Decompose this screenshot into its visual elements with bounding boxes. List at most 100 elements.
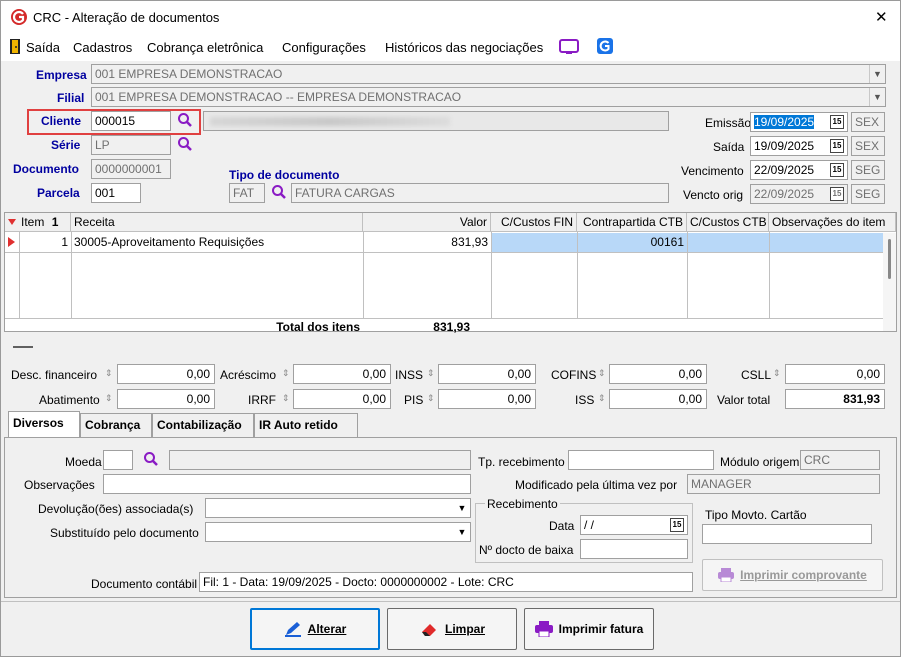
grid-line bbox=[687, 232, 688, 319]
chevron-down-icon[interactable]: ▼ bbox=[454, 523, 470, 541]
csll-input[interactable]: 0,00 bbox=[785, 364, 885, 384]
menu-cadastros[interactable]: Cadastros bbox=[73, 40, 132, 55]
calendar-icon[interactable]: 15 bbox=[830, 163, 844, 177]
cofins-input[interactable]: 0,00 bbox=[609, 364, 707, 384]
row-obs[interactable] bbox=[769, 233, 883, 252]
scrollbar-thumb[interactable] bbox=[888, 239, 891, 279]
alterar-button[interactable]: Alterar bbox=[250, 608, 380, 650]
docto-baixa-label: Nº docto de baixa bbox=[479, 543, 574, 557]
vencimento-value: 22/09/2025 bbox=[754, 163, 815, 177]
col-header-observacoes[interactable]: Observações do item bbox=[769, 213, 896, 232]
exit-door-icon[interactable] bbox=[9, 38, 21, 55]
calendar-icon[interactable]: 15 bbox=[670, 518, 684, 532]
emissao-date-field[interactable]: 19/09/2025 15 bbox=[750, 112, 848, 132]
iss-label: ISS bbox=[575, 393, 595, 407]
observacoes-input[interactable] bbox=[103, 474, 471, 494]
tipo-doc-code-input[interactable] bbox=[229, 183, 265, 203]
col-header-ccustos-fin[interactable]: C/Custos FIN bbox=[491, 213, 577, 232]
serie-label: Série bbox=[51, 138, 81, 152]
menu-bar: Saída Cadastros Cobrança eletrônica Conf… bbox=[1, 33, 900, 61]
calendar-icon[interactable]: 15 bbox=[830, 139, 844, 153]
diversos-panel: Moeda Observações Devolução(ões) associa… bbox=[4, 437, 897, 598]
abatimento-input[interactable]: 0,00 bbox=[117, 389, 215, 409]
chevron-down-icon[interactable]: ▼ bbox=[454, 499, 470, 517]
search-icon[interactable] bbox=[177, 136, 193, 152]
serie-input[interactable] bbox=[91, 135, 171, 155]
search-icon[interactable] bbox=[177, 112, 193, 128]
saida-label: Saída bbox=[713, 140, 745, 154]
empresa-combo[interactable]: 001 EMPRESA DEMONSTRACAO ▼ bbox=[91, 64, 886, 84]
small-arrow-icon: ⇕ bbox=[105, 368, 113, 378]
row-valor[interactable]: 831,93 bbox=[363, 233, 491, 252]
chevron-down-icon[interactable]: ▼ bbox=[869, 88, 885, 106]
calendar-icon[interactable]: 15 bbox=[830, 115, 844, 129]
tipo-movto-label: Tipo Movto. Cartão bbox=[705, 508, 807, 522]
acrescimo-label: Acréscimo bbox=[220, 368, 277, 382]
data-value: / / bbox=[584, 518, 595, 532]
row-receita[interactable]: 30005-Aproveitamento Requisições bbox=[71, 233, 363, 252]
imprimir-fatura-button[interactable]: Imprimir fatura bbox=[524, 608, 654, 650]
monitor-icon[interactable] bbox=[559, 39, 579, 55]
tab-diversos[interactable]: Diversos bbox=[8, 411, 80, 438]
filial-combo[interactable]: 001 EMPRESA DEMONSTRACAO -- EMPRESA DEMO… bbox=[91, 87, 886, 107]
menu-configuracoes[interactable]: Configurações bbox=[282, 40, 366, 55]
tab-contabilizacao[interactable]: Contabilização bbox=[152, 413, 254, 437]
close-button[interactable]: ✕ bbox=[875, 8, 888, 26]
printer-icon bbox=[718, 568, 735, 582]
doc-contabil-label: Documento contábil bbox=[91, 577, 198, 591]
search-icon[interactable] bbox=[143, 451, 159, 467]
vencto-orig-date-field: 22/09/2025 15 bbox=[750, 184, 848, 204]
menu-cobranca-eletronica[interactable]: Cobrança eletrônica bbox=[147, 40, 263, 55]
parcela-input[interactable] bbox=[91, 183, 141, 203]
cliente-name-field bbox=[203, 111, 669, 131]
vencimento-date-field[interactable]: 22/09/2025 15 bbox=[750, 160, 848, 180]
pis-input[interactable]: 0,00 bbox=[438, 389, 536, 409]
grid-line bbox=[5, 252, 883, 253]
row-ccustos-fin[interactable] bbox=[491, 233, 577, 252]
desc-fin-input[interactable]: 0,00 bbox=[117, 364, 215, 384]
row-contrapartida[interactable]: 00161 bbox=[577, 233, 687, 252]
moeda-input[interactable] bbox=[103, 450, 133, 470]
menu-saida[interactable]: Saída bbox=[26, 40, 60, 55]
moeda-label: Moeda bbox=[65, 455, 102, 469]
docto-baixa-input[interactable] bbox=[580, 539, 688, 559]
tp-recebimento-input[interactable] bbox=[568, 450, 714, 470]
data-label: Data bbox=[549, 519, 575, 533]
app-g-icon[interactable] bbox=[597, 38, 613, 54]
moeda-desc-field bbox=[169, 450, 471, 470]
iss-input[interactable]: 0,00 bbox=[609, 389, 707, 409]
small-arrow-icon: ⇕ bbox=[105, 393, 113, 403]
splitter-handle[interactable] bbox=[13, 346, 33, 348]
row-ccustos-ctb[interactable] bbox=[687, 233, 769, 252]
col-header-ccustos-ctb[interactable]: C/Custos CTB bbox=[687, 213, 769, 232]
menu-historicos[interactable]: Históricos das negociações bbox=[385, 40, 543, 55]
chevron-down-icon[interactable]: ▼ bbox=[869, 65, 885, 83]
tab-ir-auto-retido[interactable]: IR Auto retido bbox=[254, 413, 358, 437]
tab-cobranca[interactable]: Cobrança bbox=[80, 413, 152, 437]
vencimento-weekday: SEG bbox=[851, 160, 885, 180]
cliente-input[interactable] bbox=[91, 111, 171, 131]
substituido-combo[interactable]: ▼ bbox=[205, 522, 471, 542]
devolucoes-combo[interactable]: ▼ bbox=[205, 498, 471, 518]
grid-scrollbar[interactable] bbox=[883, 233, 896, 331]
small-arrow-icon: ⇕ bbox=[427, 368, 435, 378]
documento-input[interactable] bbox=[91, 159, 171, 179]
limpar-button[interactable]: Limpar bbox=[387, 608, 517, 650]
col-header-receita[interactable]: Receita bbox=[71, 213, 363, 232]
window-title: CRC - Alteração de documentos bbox=[33, 10, 220, 25]
tipo-movto-input[interactable] bbox=[702, 524, 872, 544]
sort-icon: 1 bbox=[51, 215, 59, 229]
data-field[interactable]: / / 15 bbox=[580, 515, 688, 535]
row-item[interactable]: 1 bbox=[19, 233, 71, 252]
valor-total-field: 831,93 bbox=[785, 389, 885, 409]
inss-input[interactable]: 0,00 bbox=[438, 364, 536, 384]
search-icon[interactable] bbox=[271, 184, 287, 200]
grid-line bbox=[71, 232, 72, 319]
saida-date-field[interactable]: 19/09/2025 15 bbox=[750, 136, 848, 156]
col-header-contrapartida[interactable]: Contrapartida CTB bbox=[577, 213, 687, 232]
imprimir-comprovante-button[interactable]: Imprimir comprovante bbox=[702, 559, 883, 591]
col-header-valor[interactable]: Valor bbox=[363, 213, 491, 232]
irrf-input[interactable]: 0,00 bbox=[293, 389, 391, 409]
observacoes-label: Observações bbox=[24, 478, 95, 492]
acrescimo-input[interactable]: 0,00 bbox=[293, 364, 391, 384]
